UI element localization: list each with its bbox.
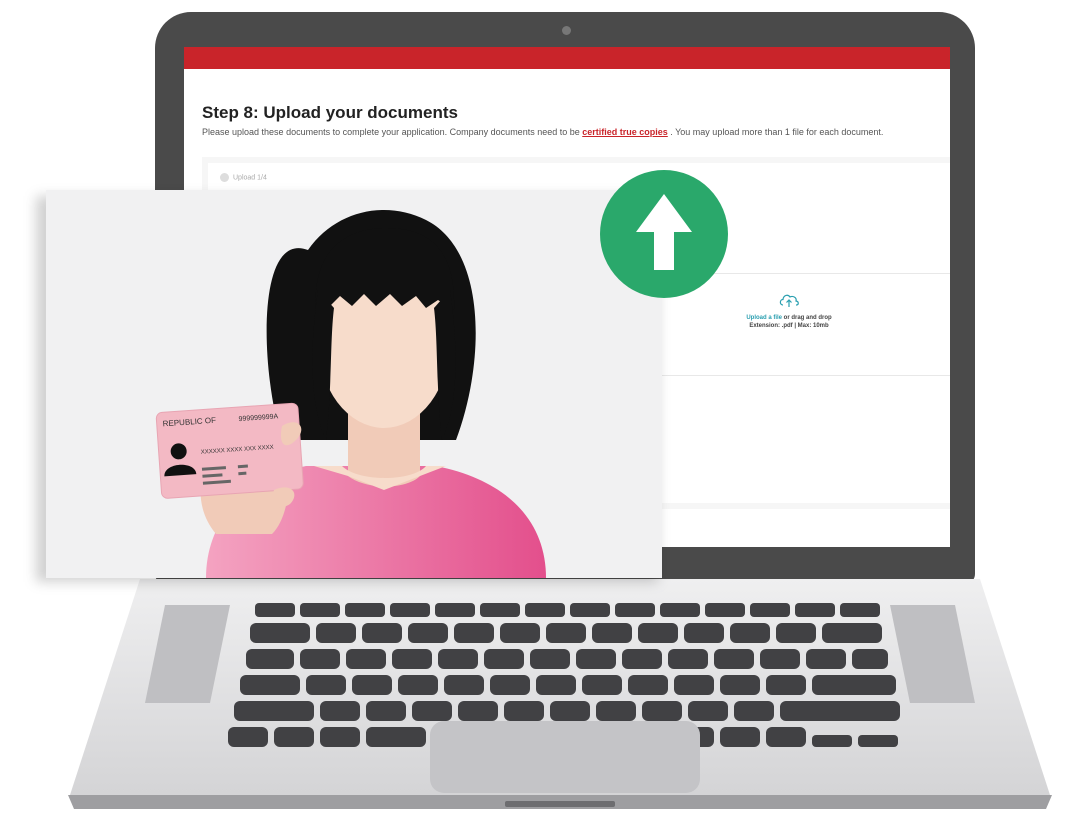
page-description: Please upload these documents to complet… [202,127,883,137]
file-drop-zone[interactable]: Upload a file or drag and drop Extension… [704,291,874,351]
dropzone-instruction: Upload a file or drag and drop [704,315,874,321]
camera-icon [562,26,571,35]
woman-illustration: REPUBLIC OF 999999999A XXXXXX XXXX XXX X… [155,210,546,578]
dropzone-drag-text: or drag and drop [782,315,832,321]
header-bar [184,47,950,69]
cloud-upload-icon [779,294,799,307]
id-verification-photo: REPUBLIC OF 999999999A XXXXXX XXXX XXX X… [46,190,662,578]
upload-badge [600,170,728,298]
description-text: Please upload these documents to complet… [202,127,583,137]
upload-arrow-icon [636,194,692,270]
upload-progress-label: Upload 1/4 [233,174,267,182]
laptop-base [68,579,1052,809]
description-text-end: . You may upload more than 1 file for ea… [667,127,884,137]
page-title: Step 8: Upload your documents [202,103,458,122]
progress-check-icon [220,173,229,182]
divider [654,375,950,376]
trackpad [430,721,700,793]
dropzone-extension: Extension: .pdf | Max: 10mb [749,323,829,329]
upload-file-link[interactable]: Upload a file [746,315,782,321]
upload-progress: Upload 1/4 [220,173,267,182]
certified-copies-link[interactable]: certified true copies [582,127,668,137]
